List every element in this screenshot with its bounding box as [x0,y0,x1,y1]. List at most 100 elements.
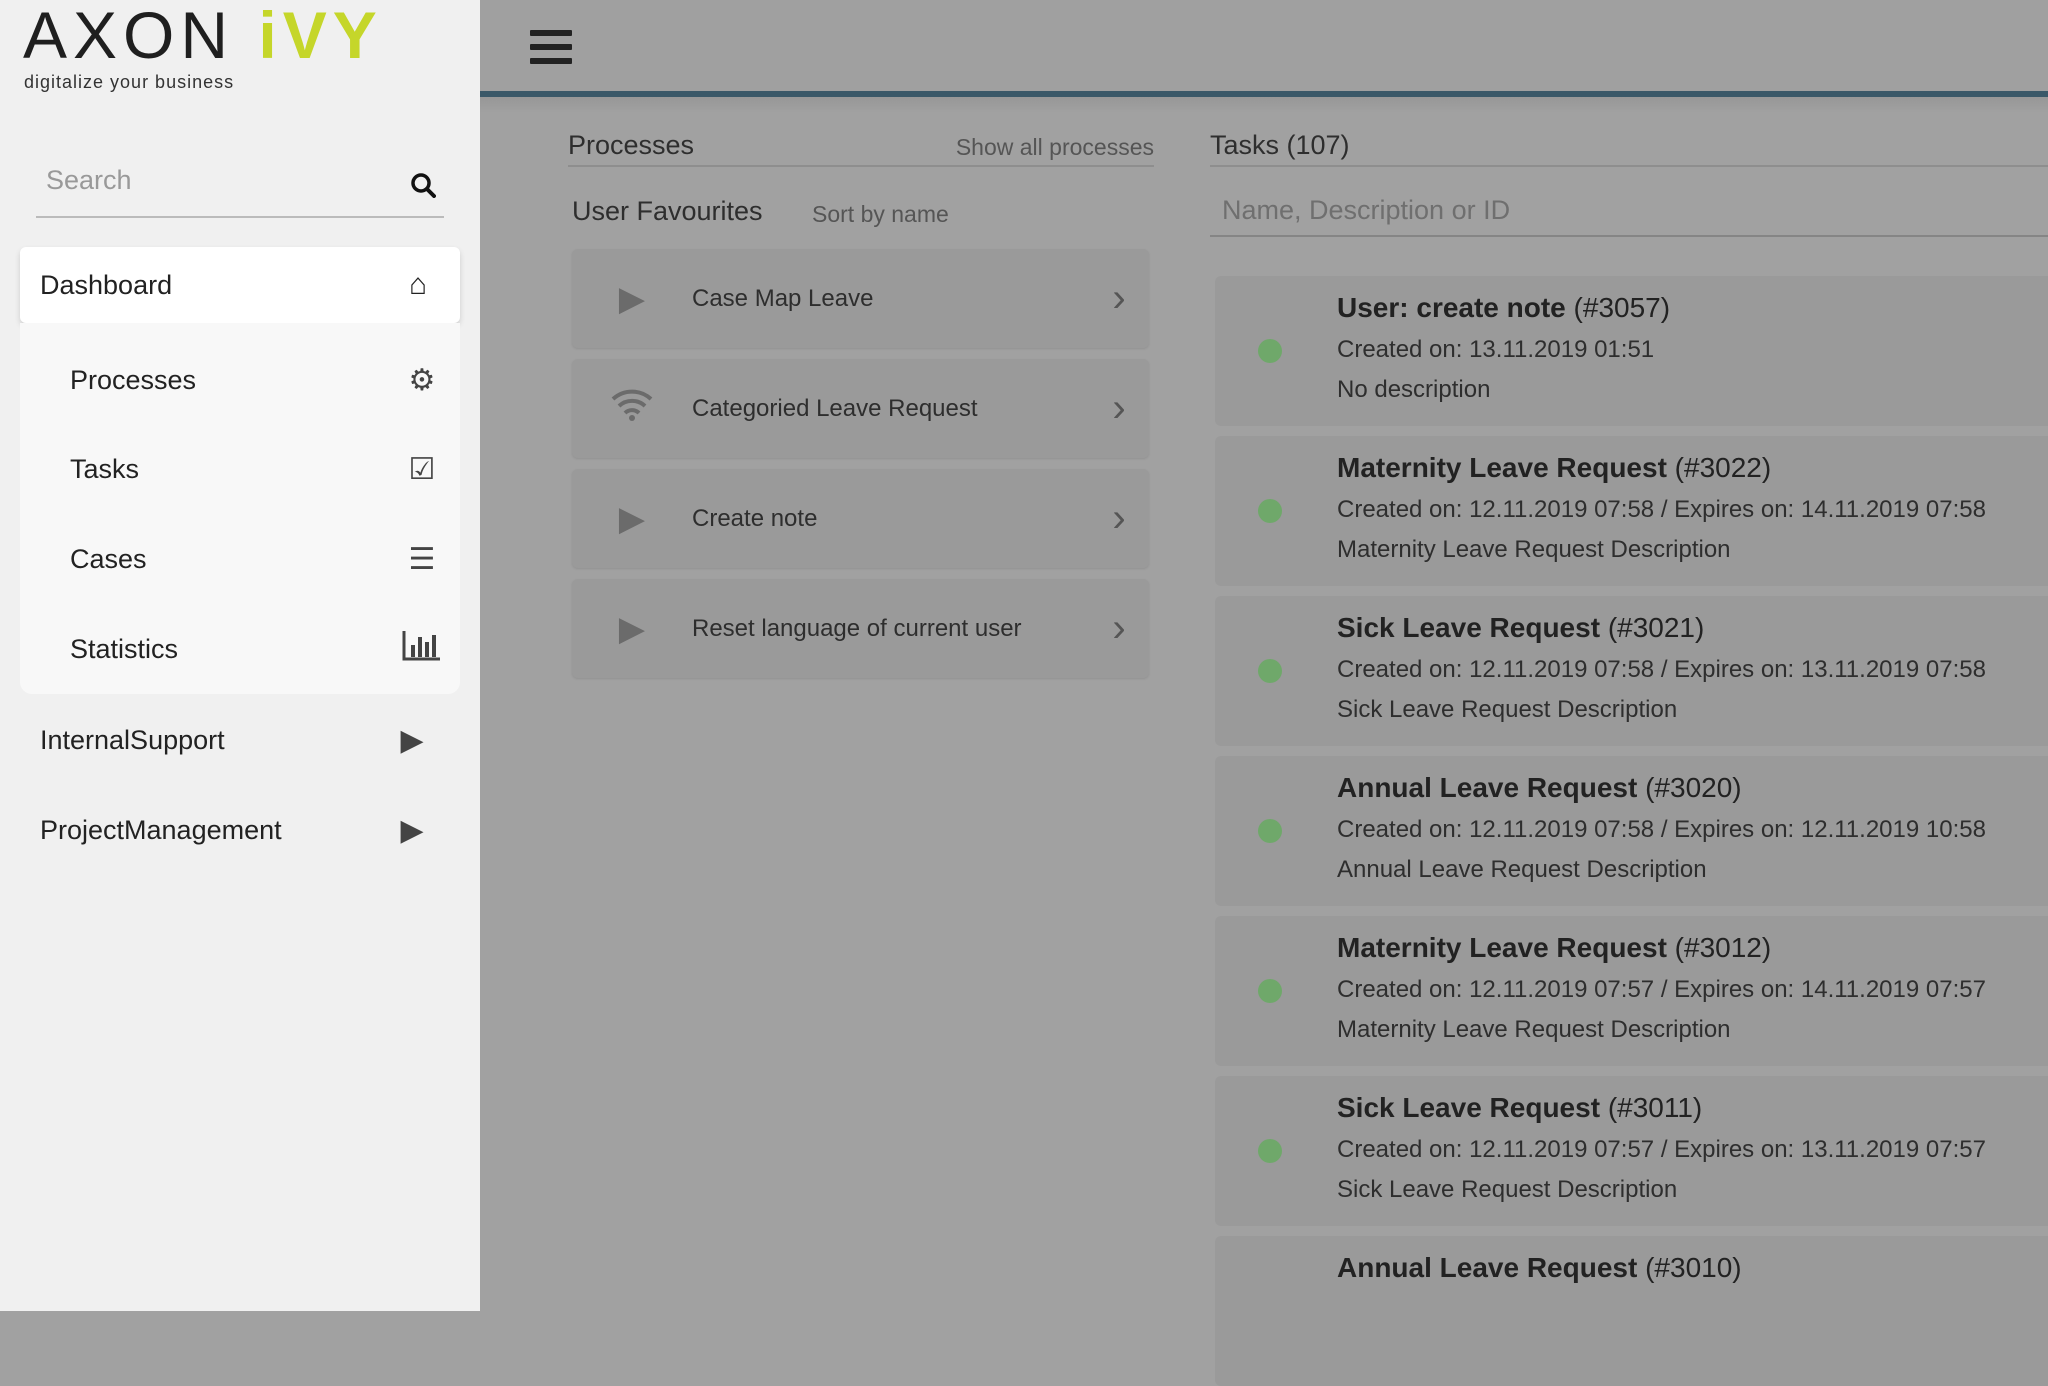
task-item[interactable]: Annual Leave Request (#3020) Created on: … [1215,756,2048,906]
process-item[interactable]: ▶ Case Map Leave › [572,249,1149,348]
sidebar: AXON iVY digitalize your business Dashbo… [0,0,480,1311]
task-description: Maternity Leave Request Description [1337,536,1731,563]
task-name: Annual Leave Request [1337,772,1638,803]
task-dates: Created on: 12.11.2019 07:57 / Expires o… [1337,1136,1986,1163]
play-icon: ▶ [618,279,646,318]
wifi-icon [572,387,692,430]
chevron-right-icon: › [1112,386,1126,430]
task-state-indicator [1258,1139,1282,1163]
task-dates: Created on: 12.11.2019 07:58 / Expires o… [1337,496,1986,523]
task-id: (#3057) [1573,292,1671,323]
sidebar-item-label: Cases [70,543,147,574]
show-all-processes-link[interactable]: Show all processes [956,134,1154,165]
list-icon: ☰ [408,542,436,576]
task-item[interactable]: Sick Leave Request (#3021) Created on: 12… [1215,596,2048,746]
task-title: Annual Leave Request (#3020) [1337,772,1742,804]
task-id: (#3020) [1645,772,1742,803]
task-description: Sick Leave Request Description [1337,696,1678,723]
process-item[interactable]: Categoried Leave Request › [572,359,1149,458]
task-item[interactable]: Maternity Leave Request (#3012) Created o… [1215,916,2048,1066]
header-shadow [480,97,2048,113]
task-state-indicator [1258,499,1282,523]
sidebar-item-processes[interactable]: Processes ⚙ [20,340,460,420]
task-description: Sick Leave Request Description [1337,1176,1678,1203]
sidebar-item-cases[interactable]: Cases ☰ [20,519,460,599]
check-square-icon: ☑ [408,452,436,486]
process-item[interactable]: ▶ Reset language of current user › [572,579,1149,678]
user-favourites-title: User Favourites [572,196,763,226]
sort-by-name-link[interactable]: Sort by name [812,201,949,228]
sidebar-item-label: Tasks [70,453,140,484]
task-id: (#3021) [1607,612,1705,643]
task-item[interactable]: User: create note (#3057) Created on: 13.… [1215,276,2048,426]
sidebar-item-label: Statistics [70,633,179,664]
sidebar-item-tasks[interactable]: Tasks ☑ [20,429,460,509]
task-title: Maternity Leave Request (#3012) [1337,932,1771,964]
process-label: Categoried Leave Request [692,394,978,422]
task-name: Annual Leave Request [1337,1252,1638,1283]
task-title: Maternity Leave Request (#3022) [1337,452,1771,484]
hamburger-menu-icon[interactable] [530,30,572,64]
bar-chart-icon [400,629,444,669]
task-description: No description [1337,376,1491,403]
sidebar-item-label: InternalSupport [40,724,225,755]
logo-text-accent: iVY [258,0,383,72]
sidebar-item-projectmanagement[interactable]: ProjectManagement ▶ [20,790,460,870]
task-item[interactable]: Annual Leave Request (#3010) [1215,1236,2048,1386]
task-title: User: create note (#3057) [1337,292,1670,324]
process-label: Reset language of current user [692,614,1022,642]
task-id: (#3022) [1674,452,1772,483]
process-label: Create note [692,504,818,532]
task-dates: Created on: 12.11.2019 07:58 / Expires o… [1337,816,1986,843]
chevron-right-icon: › [1112,276,1126,320]
sidebar-item-label: ProjectManagement [40,814,282,845]
task-search [1210,195,2048,237]
task-name: Sick Leave Request [1337,1092,1601,1123]
task-title: Sick Leave Request (#3011) [1337,1092,1702,1124]
task-description: Annual Leave Request Description [1337,856,1707,883]
top-header [480,0,2048,92]
search-input[interactable] [36,160,376,200]
processes-title: Processes [568,130,695,160]
play-icon: ▶ [618,499,646,538]
sidebar-item-label: Processes [70,364,197,395]
sidebar-item-internalsupport[interactable]: InternalSupport ▶ [20,700,460,780]
tasks-header: Tasks (107) [1210,130,2048,167]
task-state-indicator [1258,819,1282,843]
task-description: Maternity Leave Request Description [1337,1016,1731,1043]
task-state-indicator [1258,339,1282,363]
search-icon[interactable] [410,172,436,205]
sidebar-item-label: Dashboard [40,269,173,300]
axon-ivy-logo[interactable]: AXON iVY digitalize your business [23,2,383,93]
processes-header: Processes Show all processes [568,130,1154,167]
task-dates: Created on: 12.11.2019 07:58 / Expires o… [1337,656,1986,683]
play-icon: ▶ [618,609,646,648]
task-name: User: create note [1337,292,1566,323]
logo-tagline: digitalize your business [24,72,235,92]
home-icon: ⌂ [408,268,428,301]
tasks-title: Tasks (107) [1210,130,1350,160]
task-id: (#3012) [1674,932,1772,963]
process-item[interactable]: ▶ Create note › [572,469,1149,568]
task-dates: Created on: 12.11.2019 07:57 / Expires o… [1337,976,1986,1003]
task-item[interactable]: Sick Leave Request (#3011) Created on: 12… [1215,1076,2048,1226]
chevron-right-icon: › [1112,496,1126,540]
task-name: Maternity Leave Request [1337,932,1667,963]
play-icon: ▶ [400,723,424,757]
task-title: Annual Leave Request (#3010) [1337,1252,1742,1284]
task-id: (#3010) [1645,1252,1742,1283]
dashboard-submenu: Processes ⚙ Tasks ☑ Cases ☰ Statistics [20,323,460,694]
gears-icon: ⚙ [408,363,436,397]
task-state-indicator [1258,659,1282,683]
process-label: Case Map Leave [692,284,874,312]
task-item[interactable]: Maternity Leave Request (#3022) Created o… [1215,436,2048,586]
task-search-input[interactable] [1210,195,2048,226]
task-id: (#3011) [1607,1092,1703,1123]
logo-text: AXON [23,0,259,72]
sidebar-item-dashboard[interactable]: Dashboard ⌂ [20,247,460,323]
chevron-right-icon: › [1112,606,1126,650]
task-title: Sick Leave Request (#3021) [1337,612,1704,644]
task-name: Maternity Leave Request [1337,452,1667,483]
sidebar-item-statistics[interactable]: Statistics [20,609,460,689]
play-icon: ▶ [400,813,424,847]
